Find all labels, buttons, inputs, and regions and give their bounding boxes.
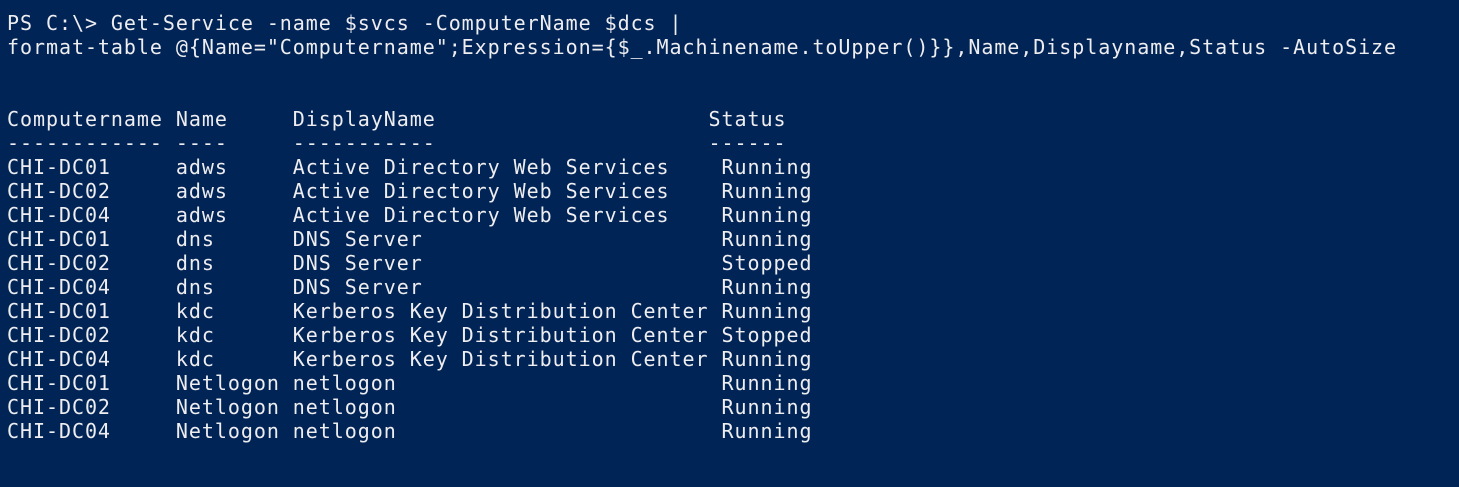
command-line-continuation: format-table @{Name="Computername";Expre… xyxy=(7,35,1398,59)
table-row: CHI-DC02 Netlogon netlogon Running xyxy=(7,395,813,419)
table-row: CHI-DC01 adws Active Directory Web Servi… xyxy=(7,155,813,179)
command-line: PS C:\> Get-Service -name $svcs -Compute… xyxy=(7,11,683,35)
table-row: CHI-DC04 kdc Kerberos Key Distribution C… xyxy=(7,347,813,371)
table-row: CHI-DC02 kdc Kerberos Key Distribution C… xyxy=(7,323,813,347)
table-row: CHI-DC01 dns DNS Server Running xyxy=(7,227,813,251)
table-row: CHI-DC01 kdc Kerberos Key Distribution C… xyxy=(7,299,813,323)
table-row: CHI-DC02 dns DNS Server Stopped xyxy=(7,251,813,275)
powershell-console[interactable]: PS C:\> Get-Service -name $svcs -Compute… xyxy=(0,0,1459,487)
table-header: Computername Name DisplayName Status xyxy=(7,107,787,131)
table-separator: ------------ ---- ----------- ------ xyxy=(7,131,787,155)
table-row: CHI-DC04 Netlogon netlogon Running xyxy=(7,419,813,443)
table-row: CHI-DC01 Netlogon netlogon Running xyxy=(7,371,813,395)
table-row: CHI-DC04 dns DNS Server Running xyxy=(7,275,813,299)
table-row: CHI-DC02 adws Active Directory Web Servi… xyxy=(7,179,813,203)
table-row: CHI-DC04 adws Active Directory Web Servi… xyxy=(7,203,813,227)
